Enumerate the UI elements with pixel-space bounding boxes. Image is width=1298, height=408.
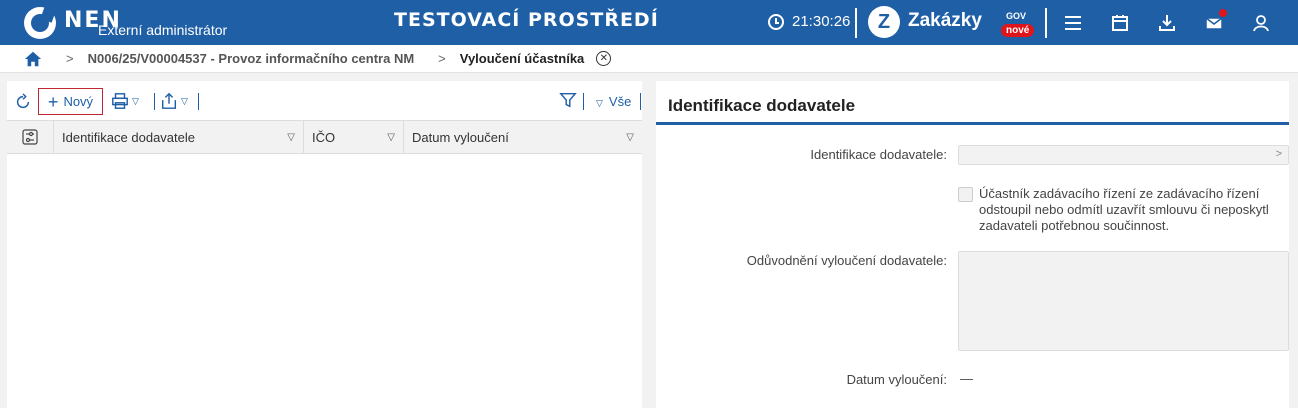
breadcrumb-current: Vyloučení účastníka (459, 51, 585, 66)
section-underline (656, 122, 1289, 125)
column-header-ico[interactable]: IČO ▽ (304, 121, 404, 153)
sliders-icon (22, 129, 38, 145)
zakazky-new-badge: nové (1001, 24, 1035, 37)
supplier-detail-panel: Identifikace dodavatele Identifikace dod… (656, 81, 1289, 408)
session-clock: 21:30:26 (768, 13, 850, 30)
breadcrumb: > N006/25/V00004537 - Provoz informačníh… (0, 45, 1298, 73)
supplier-select[interactable]: > (958, 145, 1289, 165)
header-actions (1060, 9, 1295, 36)
menu-icon[interactable] (1060, 10, 1086, 36)
mail-icon[interactable] (1201, 9, 1227, 36)
caret-down-icon: ▽ (596, 98, 603, 108)
reason-textarea[interactable] (958, 251, 1289, 351)
section-title: Identifikace dodavatele (668, 96, 856, 115)
column-settings-button[interactable] (7, 121, 54, 153)
new-button-label: Nový (63, 94, 94, 109)
grid-header: Identifikace dodavatele ▽ IČO ▽ Datum vy… (7, 120, 642, 154)
chevron-right-icon: > (438, 51, 446, 66)
new-button[interactable]: + Nový (38, 88, 103, 115)
zakazky-logo-icon[interactable]: Z (868, 6, 900, 38)
column-header-supplier[interactable]: Identifikace dodavatele ▽ (54, 121, 304, 153)
caret-down-icon: ▽ (132, 95, 139, 106)
toolbar-divider (583, 93, 584, 110)
clock-time: 21:30:26 (792, 13, 851, 30)
environment-title: TESTOVACÍ PROSTŘEDÍ (394, 9, 659, 31)
sort-icon[interactable]: ▽ (287, 132, 295, 143)
download-icon[interactable] (1154, 10, 1180, 36)
refresh-icon[interactable] (14, 93, 32, 111)
export-icon (161, 92, 177, 109)
column-label: Datum vyloučení (412, 129, 509, 145)
nen-logo-icon (24, 7, 56, 39)
zakazky-name[interactable]: Zakázky (908, 10, 982, 32)
calendar-icon[interactable] (1107, 10, 1133, 36)
toolbar-divider (154, 93, 155, 110)
zakazky-gov-label: GOV (1006, 11, 1027, 21)
print-button[interactable]: ▽ (111, 92, 139, 110)
plus-icon: + (47, 91, 59, 112)
list-toolbar: + Nový ▽ ▽ ▽ Vše (7, 81, 642, 119)
home-icon[interactable] (24, 50, 42, 68)
exclusion-list-panel: + Nový ▽ ▽ ▽ Vše Identifikace dodavatele … (7, 81, 642, 408)
mail-notification-dot (1219, 9, 1227, 17)
user-role: Externí administrátor (98, 22, 228, 38)
caret-down-icon: ▽ (181, 95, 188, 106)
sort-icon[interactable]: ▽ (626, 132, 634, 143)
user-icon[interactable] (1248, 10, 1274, 36)
clock-icon (768, 13, 784, 30)
withdrawal-checkbox[interactable] (958, 187, 973, 202)
close-tab-icon[interactable]: ✕ (596, 51, 612, 66)
view-all-label: Vše (608, 94, 632, 109)
chevron-right-icon: > (1275, 148, 1282, 160)
view-all-dropdown[interactable]: ▽ Vše (596, 94, 631, 109)
header-divider (855, 8, 857, 38)
supplier-label: Identifikace dodavatele: (810, 147, 947, 162)
column-header-date[interactable]: Datum vyloučení ▽ (404, 121, 642, 153)
chevron-right-icon: > (66, 51, 74, 66)
toolbar-divider (640, 93, 641, 110)
date-label: Datum vyloučení: (846, 372, 947, 387)
header-divider (1045, 8, 1047, 38)
column-label: IČO (312, 129, 336, 145)
column-label: Identifikace dodavatele (62, 129, 195, 145)
printer-icon (112, 93, 128, 109)
export-button[interactable]: ▽ (160, 92, 188, 110)
breadcrumb-procurement[interactable]: N006/25/V00004537 - Provoz informačního … (88, 51, 415, 66)
sort-icon[interactable]: ▽ (387, 132, 395, 143)
toolbar-divider (198, 93, 199, 110)
top-header: NEN Externí administrátor TESTOVACÍ PROS… (0, 0, 1298, 45)
date-value: — (960, 371, 973, 386)
reason-label: Odůvodnění vyloučení dodavatele: (746, 253, 947, 268)
withdrawal-checkbox-label: Účastník zadávacího řízení ze zadávacího… (979, 186, 1269, 233)
filter-icon[interactable] (559, 91, 577, 109)
page-scrollbar[interactable] (1290, 81, 1298, 408)
